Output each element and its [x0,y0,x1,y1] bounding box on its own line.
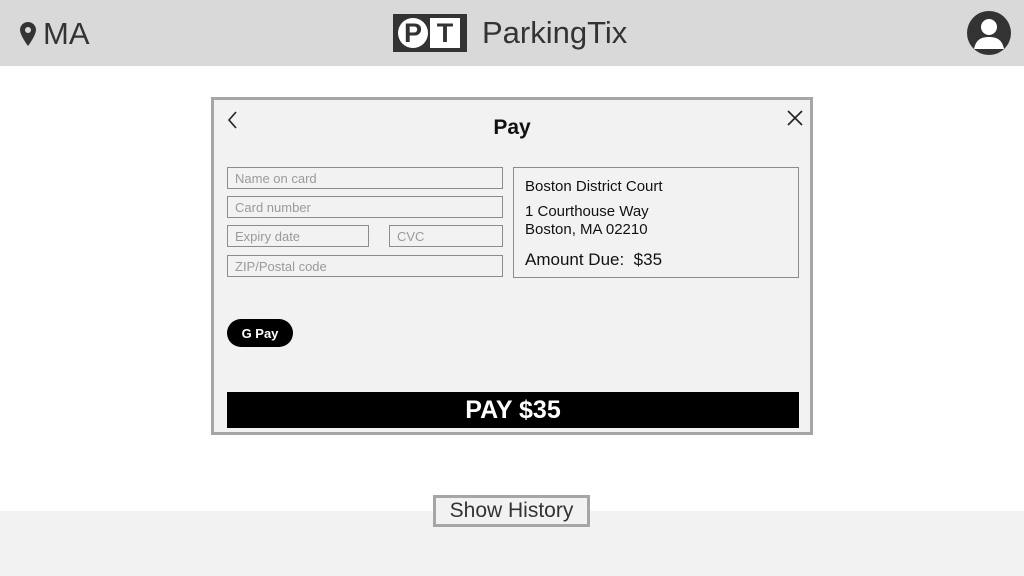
logo-letter-p: P [398,18,428,48]
map-pin-icon [20,22,36,46]
address-line-1: 1 Courthouse Way [525,203,649,220]
location-selector[interactable]: MA [20,16,90,52]
app-name: ParkingTix [482,15,628,50]
court-name: Boston District Court [525,178,663,195]
show-history-button[interactable]: Show History [433,495,590,527]
zip-code-field[interactable] [227,255,503,277]
location-label: MA [43,16,90,51]
card-number-field[interactable] [227,196,503,218]
logo-letter-t: T [430,18,460,48]
pay-button[interactable]: PAY $35 [227,392,799,428]
dialog-title: Pay [493,116,531,139]
cvc-field[interactable] [389,225,503,247]
google-pay-button[interactable]: G Pay [227,319,293,347]
pay-dialog: Pay Boston District Court 1 Courthouse W… [211,97,813,435]
user-avatar-icon[interactable] [967,11,1011,55]
top-bar: MA P T ParkingTix [0,0,1024,66]
payment-summary: Boston District Court 1 Courthouse Way B… [513,167,799,278]
amount-due: Amount Due: $35 [525,250,663,269]
logo: P T [393,14,467,52]
brand: P T ParkingTix [393,14,627,52]
address-line-2: Boston, MA 02210 [525,221,648,238]
expiry-date-field[interactable] [227,225,369,247]
name-on-card-field[interactable] [227,167,503,189]
